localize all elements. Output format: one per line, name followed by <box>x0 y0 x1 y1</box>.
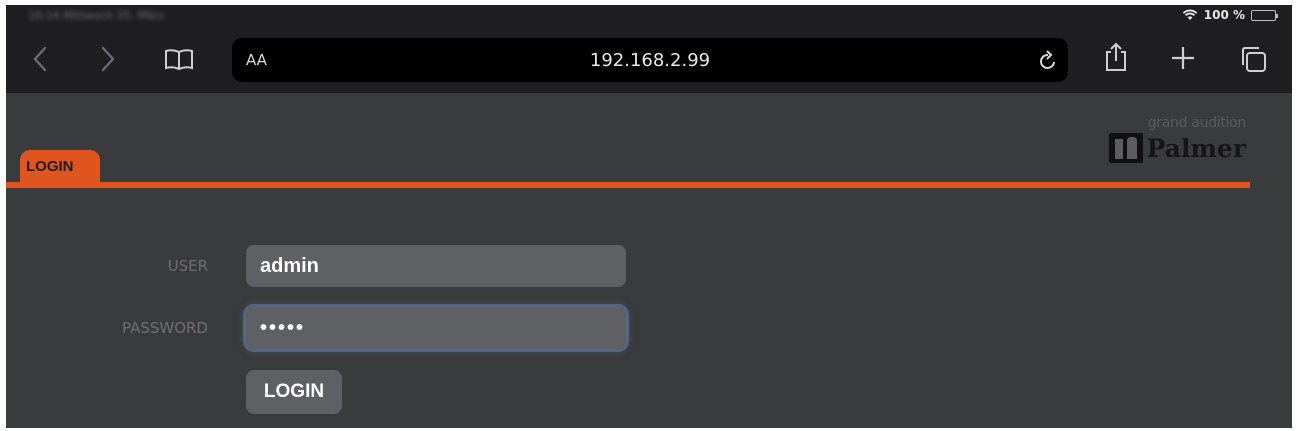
share-icon[interactable] <box>1102 41 1130 73</box>
browser-toolbar: AA 192.168.2.99 <box>6 27 1292 93</box>
brand-tagline: grand audition <box>1147 115 1247 131</box>
address-bar[interactable]: AA 192.168.2.99 <box>232 38 1068 82</box>
reload-icon[interactable] <box>1038 50 1058 77</box>
brand-name: Palmer <box>1146 133 1246 163</box>
forward-icon[interactable] <box>100 45 116 73</box>
status-indicators: 100 % <box>1182 8 1278 22</box>
battery-percent: 100 % <box>1203 8 1245 22</box>
brand-logo: grand audition Palmer <box>1108 115 1247 163</box>
battery-icon <box>1251 9 1278 21</box>
tabs-overview-icon[interactable] <box>1238 44 1268 74</box>
status-bar: 10:14 Mittwoch 25. März 100 % <box>6 5 1292 27</box>
bookmarks-icon[interactable] <box>164 47 194 71</box>
status-time-date: 10:14 Mittwoch 25. März <box>28 9 165 22</box>
accent-divider <box>6 182 1250 188</box>
url-text[interactable]: 192.168.2.99 <box>232 50 1068 71</box>
new-tab-icon[interactable] <box>1170 45 1196 71</box>
user-input[interactable]: admin <box>246 245 626 287</box>
tab-login[interactable]: LOGIN <box>20 150 100 182</box>
wifi-icon <box>1182 9 1198 21</box>
login-button[interactable]: LOGIN <box>246 370 342 414</box>
brand-mark: Palmer <box>1108 133 1246 163</box>
password-input[interactable]: ••••• <box>246 307 626 349</box>
web-page: grand audition Palmer LOGIN USER admin P… <box>6 93 1292 428</box>
palmer-logo-icon <box>1108 133 1143 163</box>
password-label: PASSWORD <box>121 319 208 337</box>
back-icon[interactable] <box>32 45 48 73</box>
screen: 10:14 Mittwoch 25. März 100 % AA 192.168… <box>6 5 1292 428</box>
user-label: USER <box>167 257 208 275</box>
